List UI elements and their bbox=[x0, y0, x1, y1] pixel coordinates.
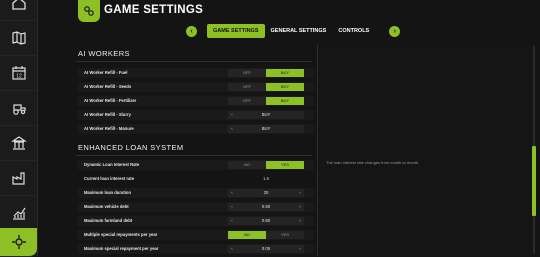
chevron-right-icon: › bbox=[393, 27, 396, 35]
toggle-option-off[interactable]: OFF bbox=[228, 69, 266, 77]
toggle-option-buy[interactable]: BUY bbox=[266, 97, 304, 105]
section-divider bbox=[76, 155, 312, 156]
setting-label: AI Worker Refill - Manure bbox=[84, 126, 134, 131]
tab-controls[interactable]: CONTROLS bbox=[332, 24, 375, 38]
setting-label: Maximum loan duration bbox=[84, 190, 131, 195]
section-divider bbox=[76, 61, 312, 62]
sidebar-item-map[interactable] bbox=[0, 21, 37, 56]
sidebar-item-vehicles[interactable] bbox=[0, 91, 37, 126]
help-panel bbox=[318, 44, 530, 256]
setting-label: Dynamic Loan Interest Rate bbox=[84, 162, 140, 167]
tab-general-settings[interactable]: GENERAL SETTINGS bbox=[265, 24, 333, 38]
section-title-loan: ENHANCED LOAN SYSTEM bbox=[78, 143, 184, 152]
calendar-icon: 12 bbox=[11, 66, 26, 80]
setting-row-loan-duration: Maximum loan duration ‹ 20 › bbox=[78, 188, 314, 198]
refill-fertilizer-toggle[interactable]: OFF BUY bbox=[228, 97, 304, 105]
setting-row-max-special-repayment: Maximum special repayment per year ‹ 0.0… bbox=[78, 244, 314, 254]
stepper-value: BUY bbox=[261, 126, 271, 131]
vehicle-debt-stepper[interactable]: ‹ 0.90 › bbox=[228, 203, 304, 211]
dynamic-rate-toggle[interactable]: NO YES bbox=[228, 161, 304, 169]
map-icon bbox=[11, 31, 26, 45]
settings-icon bbox=[11, 235, 26, 249]
stepper-value: 20 bbox=[263, 190, 269, 195]
page-title: GAME SETTINGS bbox=[104, 4, 204, 16]
production-icon bbox=[11, 172, 25, 185]
toggle-option-off[interactable]: OFF bbox=[228, 97, 266, 105]
setting-row-refill-fuel: AI Worker Refill - Fuel OFF BUY bbox=[78, 68, 314, 78]
setting-row-farmland-debt: Maximum farmland debt ‹ 0.80 › bbox=[78, 216, 314, 226]
chevron-left-icon[interactable]: ‹ bbox=[228, 203, 236, 211]
toggle-option-off[interactable]: OFF bbox=[228, 83, 266, 91]
refill-manure-stepper[interactable]: ‹ BUY bbox=[228, 125, 304, 133]
farm-icon bbox=[11, 0, 26, 10]
farmland-debt-stepper[interactable]: ‹ 0.80 › bbox=[228, 217, 304, 225]
setting-label: Maximum farmland debt bbox=[84, 218, 133, 223]
current-rate-value: 1.6 bbox=[263, 176, 269, 181]
tab-game-settings[interactable]: GAME SETTINGS bbox=[207, 24, 265, 38]
setting-label: AI Worker Refill - Fertilizer bbox=[84, 98, 137, 103]
toggle-option-buy[interactable]: BUY bbox=[266, 69, 304, 77]
tab-prev-button[interactable]: ‹ bbox=[186, 25, 197, 37]
tab-next-button[interactable]: › bbox=[389, 25, 401, 37]
chevron-right-icon[interactable]: › bbox=[296, 245, 304, 253]
sidebar-item-calendar[interactable]: 12 bbox=[0, 56, 37, 91]
finance-icon bbox=[10, 136, 27, 150]
toggle-option-no[interactable]: NO bbox=[228, 161, 266, 169]
tab-bar: ‹ GAME SETTINGS GENERAL SETTINGS CONTROL… bbox=[186, 24, 401, 38]
svg-text:12: 12 bbox=[16, 74, 22, 80]
setting-row-dynamic-rate: Dynamic Loan Interest Rate NO YES bbox=[78, 160, 314, 170]
tractor-icon bbox=[12, 104, 26, 115]
setting-label: AI Worker Refill - Seeds bbox=[84, 84, 132, 89]
multiple-repayments-toggle[interactable]: NO YES bbox=[228, 231, 304, 239]
setting-row-current-rate: Current loan interest rate 1.6 bbox=[78, 174, 314, 184]
setting-row-refill-fertilizer: AI Worker Refill - Fertilizer OFF BUY bbox=[78, 96, 314, 106]
toggle-option-no[interactable]: NO bbox=[228, 231, 266, 239]
setting-row-vehicle-debt: Maximum vehicle debt ‹ 0.90 › bbox=[78, 202, 314, 212]
chevron-right-icon[interactable]: › bbox=[296, 203, 304, 211]
setting-row-refill-manure: AI Worker Refill - Manure ‹ BUY bbox=[78, 124, 314, 134]
stepper-value: 0.80 bbox=[261, 218, 271, 223]
refill-slurry-stepper[interactable]: ‹ BUY bbox=[228, 111, 304, 119]
setting-label: Maximum special repayment per year bbox=[84, 246, 159, 251]
chevron-left-icon[interactable]: ‹ bbox=[228, 125, 236, 133]
setting-label: AI Worker Refill - Slurry bbox=[84, 112, 131, 117]
setting-label: Current loan interest rate bbox=[84, 176, 135, 181]
sidebar-item-settings[interactable] bbox=[0, 228, 37, 257]
setting-row-refill-seeds: AI Worker Refill - Seeds OFF BUY bbox=[78, 82, 314, 92]
setting-row-refill-slurry: AI Worker Refill - Slurry ‹ BUY bbox=[78, 110, 314, 120]
sidebar-item-finances[interactable] bbox=[0, 126, 37, 161]
toggle-option-buy[interactable]: BUY bbox=[266, 83, 304, 91]
sidebar-item-statistics[interactable] bbox=[0, 196, 37, 231]
setting-label: Multiple special repayments per year bbox=[84, 232, 158, 237]
chevron-left-icon: ‹ bbox=[190, 27, 193, 35]
chevron-right-icon[interactable]: › bbox=[296, 189, 304, 197]
logo-icon bbox=[84, 6, 94, 16]
setting-label: Maximum vehicle debt bbox=[84, 204, 129, 209]
sidebar-item-farm[interactable] bbox=[0, 0, 37, 21]
scrollbar-thumb[interactable] bbox=[532, 146, 536, 216]
chevron-right-icon[interactable]: › bbox=[296, 217, 304, 225]
settings-list: AI WORKERS AI Worker Refill - Fuel OFF B… bbox=[70, 44, 316, 256]
stepper-value: BUY bbox=[261, 112, 271, 117]
chevron-left-icon[interactable]: ‹ bbox=[228, 111, 236, 119]
setting-label: AI Worker Refill - Fuel bbox=[84, 70, 128, 75]
sidebar: 12 bbox=[0, 0, 38, 257]
section-title-ai-workers: AI WORKERS bbox=[78, 49, 130, 58]
toggle-option-yes[interactable]: YES bbox=[266, 161, 304, 169]
chevron-left-icon[interactable]: ‹ bbox=[228, 245, 236, 253]
sidebar-item-production[interactable] bbox=[0, 161, 37, 196]
stats-icon bbox=[12, 207, 25, 220]
stepper-value: 0.05 bbox=[261, 246, 271, 251]
max-special-repayment-stepper[interactable]: ‹ 0.05 › bbox=[228, 245, 304, 253]
help-text: The loan interest rate changes from mont… bbox=[326, 160, 420, 165]
setting-row-multiple-repayments: Multiple special repayments per year NO … bbox=[78, 230, 314, 240]
loan-duration-stepper[interactable]: ‹ 20 › bbox=[228, 189, 304, 197]
game-logo bbox=[78, 0, 100, 22]
refill-fuel-toggle[interactable]: OFF BUY bbox=[228, 69, 304, 77]
refill-seeds-toggle[interactable]: OFF BUY bbox=[228, 83, 304, 91]
toggle-option-yes[interactable]: YES bbox=[266, 231, 304, 239]
chevron-left-icon[interactable]: ‹ bbox=[228, 217, 236, 225]
stepper-value: 0.90 bbox=[261, 204, 271, 209]
chevron-left-icon[interactable]: ‹ bbox=[228, 189, 236, 197]
